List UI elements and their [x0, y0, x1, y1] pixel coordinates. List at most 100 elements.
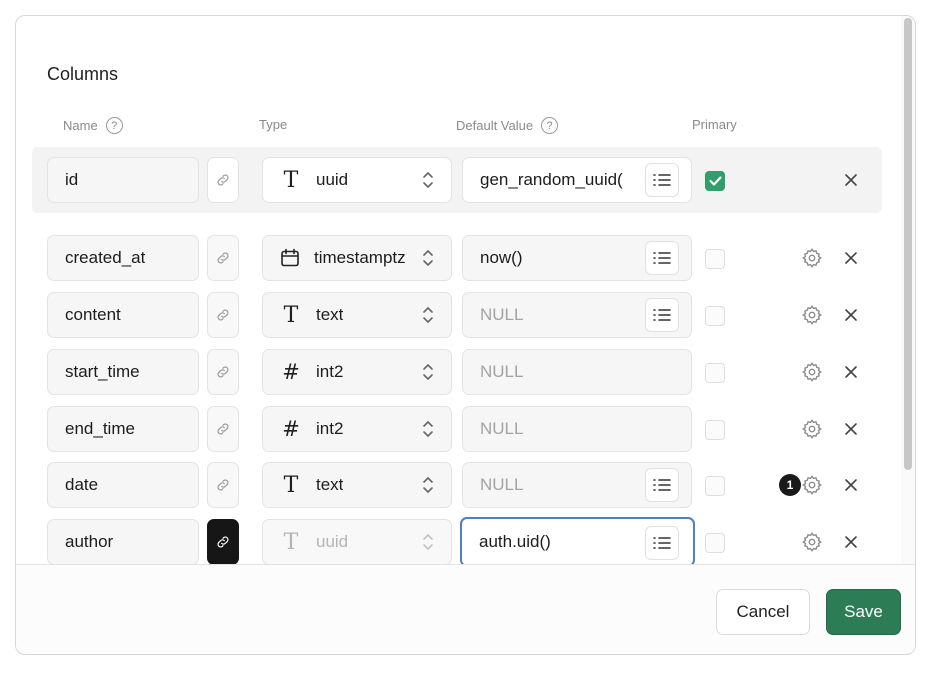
scrollbar-thumb[interactable]	[904, 18, 912, 470]
link-icon	[217, 423, 229, 435]
foreign-key-link-button[interactable]	[207, 349, 239, 395]
suggestions-list-button[interactable]	[645, 241, 679, 275]
columns-panel: Columns Name ? Type Default Value ? Prim…	[15, 15, 916, 655]
chevron-updown-icon	[423, 420, 433, 438]
text-type-icon: T	[283, 302, 299, 328]
column-name-input[interactable]: start_time	[47, 349, 199, 395]
column-name-input[interactable]: content	[47, 292, 199, 338]
foreign-key-link-button[interactable]	[207, 157, 239, 203]
suggestions-list-button[interactable]	[645, 163, 679, 197]
default-value-input[interactable]: NULL	[462, 462, 692, 508]
column-row-date: date T text NULL 1	[16, 462, 902, 510]
gear-icon[interactable]	[801, 361, 823, 383]
link-icon	[217, 536, 229, 548]
section-title: Columns	[47, 64, 119, 84]
foreign-key-link-button[interactable]	[207, 519, 239, 565]
remove-column-button[interactable]	[843, 364, 859, 380]
help-icon[interactable]: ?	[105, 117, 123, 134]
text-type-icon: T	[283, 167, 299, 193]
chevron-updown-icon	[423, 171, 433, 189]
default-value-input[interactable]: now()	[462, 235, 692, 281]
link-icon	[217, 366, 229, 378]
chevron-updown-icon	[423, 249, 433, 267]
primary-key-checkbox[interactable]	[705, 171, 725, 191]
text-type-icon: T	[283, 529, 299, 555]
foreign-key-link-button[interactable]	[207, 406, 239, 452]
foreign-key-link-button[interactable]	[207, 235, 239, 281]
default-value-input[interactable]: NULL	[462, 349, 692, 395]
dialog-footer: Cancel Save	[16, 564, 915, 654]
chevron-updown-icon	[423, 363, 433, 381]
primary-key-checkbox[interactable]	[705, 249, 725, 269]
column-header-primary-label: Primary	[692, 117, 737, 132]
column-header-default-label: Default Value	[456, 118, 534, 133]
column-name-input[interactable]: end_time	[47, 406, 199, 452]
chevron-updown-icon	[423, 533, 433, 551]
primary-key-checkbox[interactable]	[705, 533, 725, 553]
link-icon	[217, 479, 229, 491]
column-row-content: content T text NULL	[16, 292, 902, 340]
suggestions-list-button[interactable]	[645, 298, 679, 332]
gear-icon[interactable]	[801, 474, 823, 496]
text-type-icon: T	[283, 472, 299, 498]
primary-key-checkbox[interactable]	[705, 476, 725, 496]
primary-key-checkbox[interactable]	[705, 306, 725, 326]
column-header-primary: Primary	[692, 117, 737, 132]
remove-column-button[interactable]	[843, 421, 859, 437]
hash-icon: #	[282, 417, 300, 441]
column-row-start-time: start_time # int2 NULL	[16, 349, 902, 397]
column-name-input[interactable]: author	[47, 519, 199, 565]
default-value-input[interactable]: NULL	[462, 406, 692, 452]
default-value-input[interactable]: NULL	[462, 292, 692, 338]
gear-icon[interactable]	[801, 247, 823, 269]
list-icon	[653, 174, 671, 186]
primary-key-checkbox[interactable]	[705, 420, 725, 440]
gear-icon[interactable]	[801, 304, 823, 326]
default-value-input[interactable]: gen_random_uuid(	[462, 157, 692, 203]
link-icon	[217, 174, 229, 186]
hash-icon: #	[282, 360, 300, 384]
column-header-default-value: Default Value ?	[456, 117, 559, 134]
primary-key-checkbox[interactable]	[705, 363, 725, 383]
remove-column-button[interactable]	[843, 250, 859, 266]
scrollbar[interactable]	[901, 16, 915, 564]
column-type-select[interactable]: timestamptz	[262, 235, 452, 281]
cancel-button[interactable]: Cancel	[716, 589, 810, 635]
calendar-icon	[281, 248, 299, 267]
column-name-input[interactable]: id	[47, 157, 199, 203]
save-button[interactable]: Save	[826, 589, 901, 635]
remove-column-button[interactable]	[843, 172, 859, 188]
gear-icon[interactable]	[801, 531, 823, 553]
column-name-input[interactable]: date	[47, 462, 199, 508]
column-type-select[interactable]: T text	[262, 462, 452, 508]
column-type-select[interactable]: T text	[262, 292, 452, 338]
chevron-updown-icon	[423, 306, 433, 324]
gear-icon[interactable]	[801, 418, 823, 440]
link-icon	[217, 309, 229, 321]
column-header-name-label: Name	[63, 118, 98, 133]
column-row-end-time: end_time # int2 NULL	[16, 406, 902, 454]
remove-column-button[interactable]	[843, 307, 859, 323]
suggestions-list-button[interactable]	[645, 468, 679, 502]
remove-column-button[interactable]	[843, 534, 859, 550]
list-icon	[653, 252, 671, 264]
remove-column-button[interactable]	[843, 477, 859, 493]
list-icon	[653, 479, 671, 491]
check-icon	[708, 176, 722, 186]
chevron-updown-icon	[423, 476, 433, 494]
column-header-type: Type	[259, 117, 287, 132]
list-icon	[653, 309, 671, 321]
column-type-select[interactable]: # int2	[262, 406, 452, 452]
column-name-input[interactable]: created_at	[47, 235, 199, 281]
suggestions-list-button[interactable]	[645, 526, 679, 560]
column-header-name: Name ?	[63, 117, 123, 134]
default-value-input[interactable]: auth.uid()	[460, 517, 695, 567]
column-type-select[interactable]: T uuid	[262, 157, 452, 203]
column-type-select[interactable]: T uuid	[262, 519, 452, 565]
foreign-key-link-button[interactable]	[207, 462, 239, 508]
help-icon[interactable]: ?	[541, 117, 559, 134]
column-row-created-at: created_at timestamptz now()	[16, 235, 902, 283]
foreign-key-link-button[interactable]	[207, 292, 239, 338]
column-type-select[interactable]: # int2	[262, 349, 452, 395]
list-icon	[653, 537, 671, 549]
